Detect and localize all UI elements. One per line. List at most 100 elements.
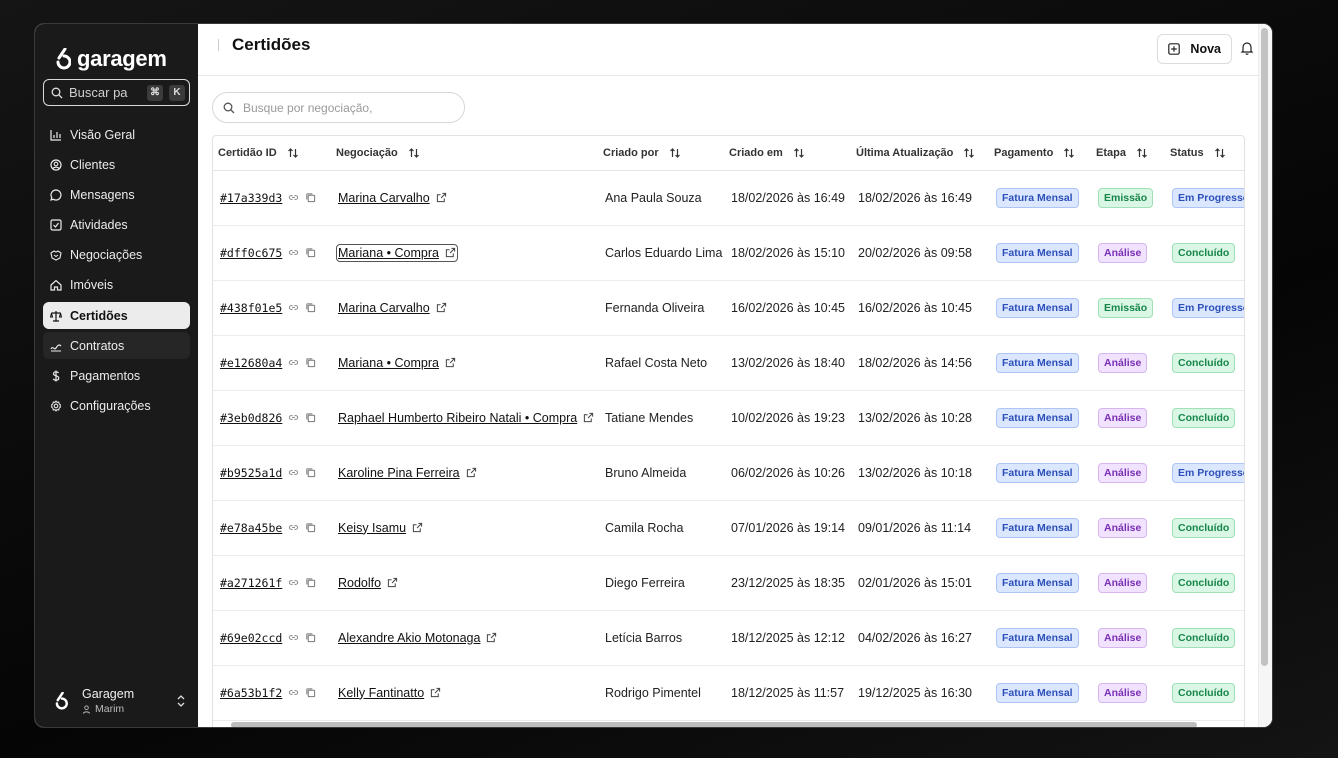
sidebar-item-contratos[interactable]: Contratos <box>43 332 190 360</box>
cell-id: #b9525a1d <box>213 445 331 501</box>
sidebar-item-mensagens[interactable]: Mensagens <box>43 181 190 208</box>
link-icon[interactable] <box>288 687 299 698</box>
negociacao-link[interactable]: Raphael Humberto Ribeiro Natali • Compra <box>338 411 594 425</box>
cell-pagamento: Fatura Mensal <box>989 170 1091 226</box>
link-icon[interactable] <box>288 412 299 423</box>
column-header[interactable]: Etapa <box>1091 136 1165 171</box>
copy-icon[interactable] <box>305 687 316 698</box>
sort-icon[interactable] <box>408 147 420 159</box>
table-row[interactable]: #dff0c675 Mariana • Compra Carlos Eduardo … <box>213 225 1244 281</box>
copy-icon[interactable] <box>305 577 316 588</box>
column-header[interactable]: Negociação <box>331 136 598 171</box>
sort-icon[interactable] <box>669 147 681 159</box>
sidebar-item-label: Visão Geral <box>70 127 136 142</box>
copy-icon[interactable] <box>305 412 316 423</box>
new-button[interactable]: Nova <box>1157 34 1232 64</box>
link-icon[interactable] <box>288 577 299 588</box>
column-header-label: Negociação <box>336 146 398 159</box>
negociacao-search-input[interactable]: Busque por negociação, <box>212 92 465 123</box>
cell-negociacao: Keisy Isamu <box>331 500 598 556</box>
pagamento-badge: Fatura Mensal <box>996 572 1079 593</box>
negociacao-link[interactable]: Kelly Fantinatto <box>338 686 441 700</box>
sort-icon[interactable] <box>963 147 975 159</box>
table-row[interactable]: #e78a45be Keisy Isamu Camila Rocha 07/01/20… <box>213 500 1244 556</box>
sidebar-item-certidoes[interactable]: Certidões <box>43 302 190 330</box>
copy-icon[interactable] <box>305 632 316 643</box>
copy-icon[interactable] <box>305 302 316 313</box>
external-link-icon <box>445 247 456 258</box>
sort-icon[interactable] <box>793 147 805 159</box>
certidao-id-link[interactable]: #17a339d3 <box>220 191 282 205</box>
column-header[interactable]: Criado em <box>724 136 851 171</box>
link-icon[interactable] <box>288 192 299 203</box>
cell-ultima-atualizacao: 18/02/2026 às 14:56 <box>851 335 989 391</box>
cell-ultima-atualizacao: 18/02/2026 às 16:49 <box>851 170 989 226</box>
table-row[interactable]: #6a53b1f2 Kelly Fantinatto Rodrigo Pimente… <box>213 665 1244 721</box>
sidebar-search-input[interactable]: Buscar pa ⌘ K <box>43 79 190 106</box>
negociacao-link[interactable]: Keisy Isamu <box>338 521 423 535</box>
certidao-id-link[interactable]: #dff0c675 <box>220 246 282 260</box>
copy-icon[interactable] <box>305 522 316 533</box>
negociacao-link[interactable]: Mariana • Compra <box>336 243 458 262</box>
link-icon[interactable] <box>288 467 299 478</box>
table-row[interactable]: #438f01e5 Marina Carvalho Fernanda Oliveir… <box>213 280 1244 336</box>
brand-logo[interactable]: garagem <box>35 24 198 79</box>
etapa-badge: Análise <box>1098 572 1148 593</box>
table-row[interactable]: #a271261f Rodolfo Diego Ferreira 23/12/2025… <box>213 555 1244 611</box>
negociacao-link[interactable]: Karoline Pina Ferreira <box>338 466 477 480</box>
copy-icon[interactable] <box>305 467 316 478</box>
certidao-id-link[interactable]: #69e02ccd <box>220 631 282 645</box>
certidao-id-link[interactable]: #b9525a1d <box>220 466 282 480</box>
vertical-scrollbar-thumb[interactable] <box>1261 28 1268 666</box>
link-icon[interactable] <box>288 357 299 368</box>
table-row[interactable]: #69e02ccd Alexandre Akio Motonaga Letícia … <box>213 610 1244 666</box>
link-icon[interactable] <box>288 522 299 533</box>
column-header[interactable]: Última Atualização <box>851 136 989 171</box>
certidao-id-link[interactable]: #438f01e5 <box>220 301 282 315</box>
link-icon[interactable] <box>288 632 299 643</box>
copy-icon[interactable] <box>305 247 316 258</box>
negociacao-link[interactable]: Alexandre Akio Motonaga <box>338 631 497 645</box>
cell-id: #a271261f <box>213 555 331 611</box>
kbd-k: K <box>169 84 185 101</box>
user-switcher[interactable]: Garagem Marim <box>35 687 198 715</box>
bell-icon[interactable] <box>1240 41 1254 55</box>
sort-icon[interactable] <box>1214 147 1226 159</box>
cell-id: #e12680a4 <box>213 335 331 391</box>
negociacao-link[interactable]: Rodolfo <box>338 576 398 590</box>
sidebar-item-configuracoes[interactable]: Configurações <box>43 393 190 420</box>
certidao-id-link[interactable]: #a271261f <box>220 576 282 590</box>
column-header[interactable]: Certidão ID <box>213 136 331 171</box>
copy-icon[interactable] <box>305 192 316 203</box>
certidao-id-link[interactable]: #e78a45be <box>220 521 282 535</box>
horizontal-scrollbar-thumb[interactable] <box>231 722 1197 727</box>
table-row[interactable]: #b9525a1d Karoline Pina Ferreira Bruno Alm… <box>213 445 1244 501</box>
vertical-scroll-track[interactable] <box>1258 24 1272 727</box>
table-row[interactable]: #3eb0d826 Raphael Humberto Ribeiro Natali… <box>213 390 1244 446</box>
link-icon[interactable] <box>288 302 299 313</box>
column-header[interactable]: Pagamento <box>989 136 1091 171</box>
sidebar-item-pagamentos[interactable]: Pagamentos <box>43 363 190 390</box>
copy-icon[interactable] <box>305 357 316 368</box>
link-icon[interactable] <box>288 247 299 258</box>
sort-icon[interactable] <box>1136 147 1148 159</box>
sort-icon[interactable] <box>1063 147 1075 159</box>
sidebar-item-visao-geral[interactable]: Visão Geral <box>43 121 190 148</box>
sidebar-item-imoveis[interactable]: Imóveis <box>43 272 190 299</box>
certidao-id-link[interactable]: #e12680a4 <box>220 356 282 370</box>
column-header[interactable]: Status <box>1165 136 1244 171</box>
table-row[interactable]: #17a339d3 Marina Carvalho Ana Paula Souza 1… <box>213 170 1244 226</box>
certidao-id-link[interactable]: #3eb0d826 <box>220 411 282 425</box>
sidebar-item-atividades[interactable]: Atividades <box>43 212 190 239</box>
user-circle-icon <box>50 159 62 171</box>
sort-icon[interactable] <box>287 147 299 159</box>
table-row[interactable]: #e12680a4 Mariana • Compra Rafael Costa Ne… <box>213 335 1244 391</box>
sidebar-item-clientes[interactable]: Clientes <box>43 151 190 178</box>
negociacao-link[interactable]: Mariana • Compra <box>338 356 456 370</box>
sidebar-item-negociacoes[interactable]: Negociações <box>43 242 190 269</box>
negociacao-link[interactable]: Marina Carvalho <box>338 301 447 315</box>
negociacao-link[interactable]: Marina Carvalho <box>338 191 447 205</box>
certidao-id-link[interactable]: #6a53b1f2 <box>220 686 282 700</box>
column-header[interactable]: Criado por <box>598 136 724 171</box>
brand-name: garagem <box>77 46 167 71</box>
